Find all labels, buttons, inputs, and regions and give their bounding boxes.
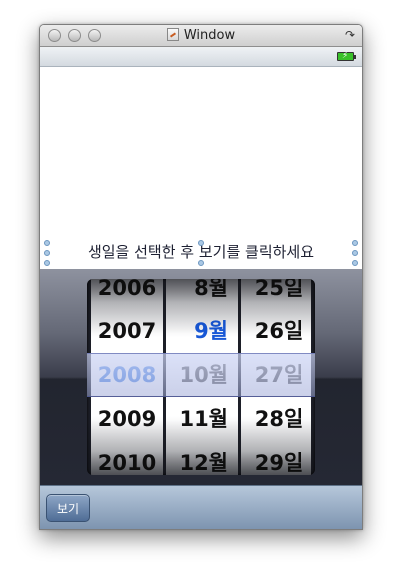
month-row-selected[interactable]: 9월 <box>166 309 238 353</box>
title-bar[interactable]: Window ↷ <box>40 25 362 47</box>
resize-handle[interactable] <box>44 250 50 256</box>
resize-handle[interactable] <box>44 260 50 266</box>
year-row[interactable]: 2007 <box>91 309 163 353</box>
resize-handle[interactable] <box>352 260 358 266</box>
day-row[interactable]: 25일 <box>241 279 311 310</box>
app-window: Window ↷ ⚡ 생일을 선택한 후 보기를 클릭하세요 2006 2007… <box>39 24 363 530</box>
status-bar: ⚡ <box>40 47 362 67</box>
month-wheel[interactable]: 8월 9월 10월 11월 12월 <box>166 279 238 475</box>
month-row[interactable]: 12월 <box>166 441 238 475</box>
app-icon <box>166 28 179 41</box>
resize-handle[interactable] <box>44 240 50 246</box>
resize-handle[interactable] <box>352 250 358 256</box>
month-row[interactable]: 10월 <box>166 353 238 397</box>
day-wheel[interactable]: 25일 26일 27일 28일 29일 <box>241 279 311 475</box>
picker-frame: 2006 2007 2008 2009 2010 8월 9월 10월 11월 1… <box>87 279 315 475</box>
day-row[interactable]: 29일 <box>241 441 311 475</box>
battery-charging-icon: ⚡ <box>337 51 356 61</box>
window-title-wrap: Window <box>40 28 362 44</box>
bottom-toolbar: 보기 <box>40 485 362 529</box>
year-wheel[interactable]: 2006 2007 2008 2009 2010 <box>91 279 163 475</box>
year-row[interactable]: 2009 <box>91 397 163 441</box>
resize-handle[interactable] <box>198 240 204 246</box>
day-row[interactable]: 28일 <box>241 397 311 441</box>
resize-handle[interactable] <box>198 260 204 266</box>
year-row[interactable]: 2006 <box>91 279 163 310</box>
day-row-selected[interactable]: 27일 <box>241 353 311 397</box>
rotate-icon[interactable]: ↷ <box>345 28 355 42</box>
resize-handle[interactable] <box>352 240 358 246</box>
year-row-selected[interactable]: 2008 <box>91 353 163 397</box>
content-area: 생일을 선택한 후 보기를 클릭하세요 <box>40 67 362 269</box>
window-title: Window <box>183 28 236 43</box>
view-button[interactable]: 보기 <box>46 494 90 522</box>
month-row[interactable]: 8월 <box>166 279 238 310</box>
date-picker[interactable]: 2006 2007 2008 2009 2010 8월 9월 10월 11월 1… <box>40 269 362 485</box>
year-row[interactable]: 2010 <box>91 441 163 475</box>
month-row[interactable]: 11월 <box>166 397 238 441</box>
day-row[interactable]: 26일 <box>241 309 311 353</box>
